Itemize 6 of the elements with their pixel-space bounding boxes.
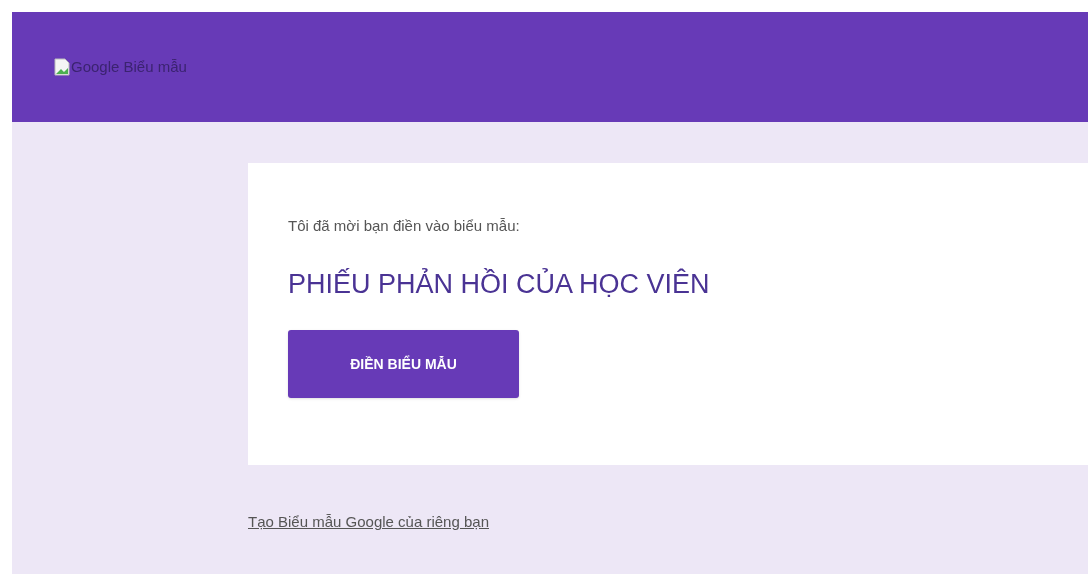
intro-text: Tôi đã mời bạn điền vào biểu mẫu:	[288, 216, 520, 236]
form-title: PHIẾU PHẢN HỒI CỦA HỌC VIÊN	[288, 267, 710, 301]
broken-image-icon	[54, 58, 70, 76]
fill-form-button[interactable]: ĐIỀN BIỂU MẪU	[288, 330, 519, 398]
create-form-link[interactable]: Tạo Biểu mẫu Google của riêng bạn	[248, 511, 489, 534]
logo-alt-text: Google Biểu mẫu	[71, 56, 187, 77]
